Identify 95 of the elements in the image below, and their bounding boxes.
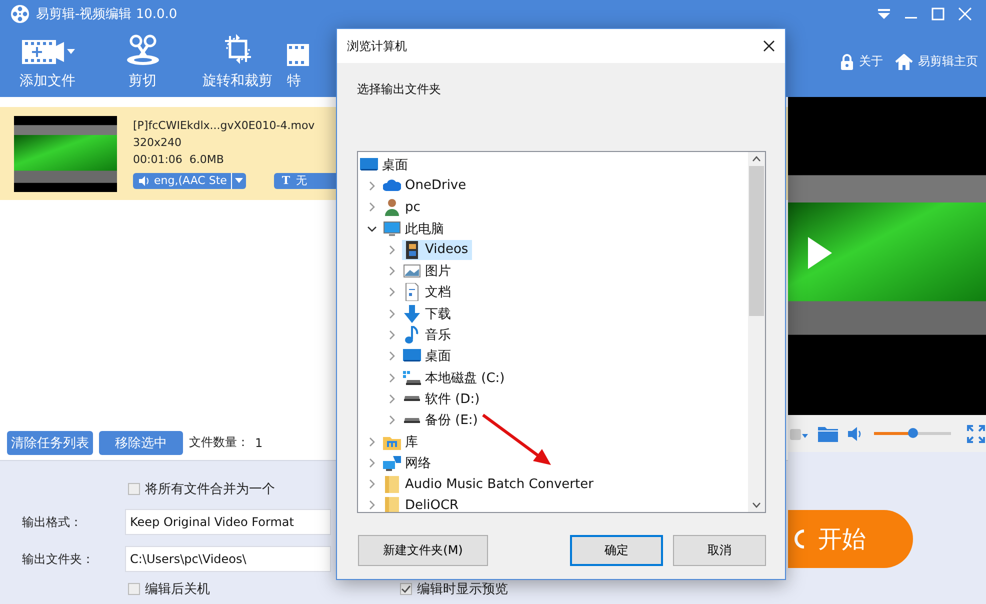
expand-chevron-icon[interactable] bbox=[367, 180, 377, 191]
toolbar-button[interactable]: 剪切 bbox=[95, 28, 190, 97]
expand-chevron-icon[interactable] bbox=[367, 202, 377, 212]
toolbar-button[interactable]: 特 bbox=[287, 28, 309, 97]
network-icon bbox=[383, 454, 401, 472]
folder-tree-item[interactable]: Audio Music Batch Converter bbox=[382, 474, 598, 494]
scroll-up-icon[interactable] bbox=[752, 156, 761, 162]
play-icon[interactable] bbox=[808, 237, 832, 269]
dropdown-menu-icon[interactable] bbox=[877, 7, 891, 21]
toolbar-button[interactable]: 添加文件 bbox=[0, 28, 95, 97]
home-icon bbox=[895, 54, 913, 70]
fullscreen-icon[interactable] bbox=[967, 424, 985, 442]
scroll-down-icon[interactable] bbox=[752, 502, 761, 508]
folder-tree-item[interactable]: 库 bbox=[382, 432, 422, 452]
folder-tree-item[interactable]: 下载 bbox=[402, 304, 455, 324]
checkbox-label: 将所有文件合并为一个 bbox=[145, 481, 275, 498]
file-count: 1 bbox=[255, 436, 263, 450]
picture-icon bbox=[403, 262, 421, 280]
shutdown-checkbox[interactable] bbox=[128, 583, 140, 595]
list-action-button[interactable]: 移除选中 bbox=[99, 430, 183, 454]
checkbox-label: 编辑时显示预览 bbox=[417, 581, 508, 598]
volume-slider-thumb[interactable] bbox=[908, 428, 918, 438]
monitor-icon bbox=[383, 220, 401, 238]
dialog-button[interactable]: 新建文件夹(M) bbox=[358, 535, 488, 566]
expand-chevron-icon[interactable] bbox=[367, 500, 377, 510]
expand-chevron-icon[interactable] bbox=[387, 308, 397, 319]
folder-icon[interactable] bbox=[818, 425, 838, 442]
dialog-title: 浏览计算机 bbox=[347, 38, 407, 54]
lock-icon bbox=[840, 54, 854, 70]
folder-icon bbox=[383, 496, 401, 512]
list-action-button[interactable]: 清除任务列表 bbox=[7, 430, 93, 454]
music-note-icon bbox=[403, 326, 421, 344]
collapse-chevron-icon[interactable] bbox=[367, 224, 377, 234]
folder-tree-item[interactable]: 图片 bbox=[402, 261, 455, 282]
folder-tree-item[interactable]: 桌面 bbox=[359, 154, 412, 175]
film-reel-icon bbox=[10, 4, 30, 24]
output-format-label: 输出格式： bbox=[22, 514, 83, 530]
expand-chevron-icon[interactable] bbox=[367, 436, 377, 446]
folder-tree-item[interactable]: Videos bbox=[402, 240, 472, 260]
camera-icon[interactable] bbox=[790, 426, 808, 440]
download-arrow-icon bbox=[403, 304, 421, 323]
user-icon bbox=[383, 198, 401, 216]
folder-tree-item[interactable]: pc bbox=[382, 197, 424, 218]
drive-icon bbox=[403, 395, 421, 402]
expand-chevron-icon[interactable] bbox=[367, 479, 377, 490]
scrollbar-thumb[interactable] bbox=[749, 166, 764, 316]
expand-chevron-icon[interactable] bbox=[387, 415, 397, 426]
output-format-field[interactable]: Keep Original Video Format bbox=[125, 509, 331, 535]
merge-files-checkbox[interactable] bbox=[128, 483, 140, 495]
folder-tree-item[interactable]: 音乐 bbox=[402, 325, 455, 346]
folder-tree-item[interactable]: 本地磁盘 (C:) bbox=[402, 368, 509, 388]
expand-chevron-icon[interactable] bbox=[387, 244, 397, 255]
output-folder-label: 输出文件夹： bbox=[22, 550, 95, 568]
expand-chevron-icon[interactable] bbox=[387, 394, 397, 404]
header-link[interactable]: 易剪辑主页 bbox=[895, 53, 978, 70]
dialog-button[interactable]: 取消 bbox=[673, 535, 766, 566]
folder-tree-item[interactable]: DeliOCR bbox=[382, 495, 463, 512]
window-title: 易剪辑-视频编辑 10.0.0 bbox=[36, 6, 178, 23]
scissors-icon bbox=[124, 34, 160, 66]
file-name: [P]fcCWIEkdlx...gvX0E010-4.mov bbox=[133, 118, 316, 132]
header-link[interactable]: 关于 bbox=[840, 53, 883, 70]
expand-chevron-icon[interactable] bbox=[387, 287, 397, 298]
expand-chevron-icon[interactable] bbox=[387, 266, 397, 276]
folder-icon bbox=[383, 475, 401, 494]
film-strip-icon bbox=[287, 44, 309, 66]
folder-tree-item[interactable]: 文档 bbox=[402, 282, 455, 302]
folder-tree-item[interactable]: 备份 (E:) bbox=[402, 410, 482, 430]
audio-track-dropdown[interactable]: eng,(AAC Ste bbox=[133, 172, 246, 188]
film-icon bbox=[403, 240, 421, 259]
maximize-icon[interactable] bbox=[931, 7, 945, 21]
expand-chevron-icon[interactable] bbox=[387, 351, 397, 362]
checkmark-icon bbox=[401, 584, 411, 594]
dialog-prompt: 选择输出文件夹 bbox=[357, 81, 442, 98]
preview-checkbox[interactable] bbox=[400, 583, 412, 595]
folder-tree-item[interactable]: 软件 (D:) bbox=[402, 388, 484, 409]
dialog-button[interactable]: 确定 bbox=[570, 535, 663, 566]
folder-tree-item[interactable]: 网络 bbox=[382, 452, 435, 473]
close-icon[interactable] bbox=[763, 40, 775, 52]
checkbox-label: 编辑后关机 bbox=[145, 581, 210, 598]
folder-tree-item[interactable]: 桌面 bbox=[402, 346, 455, 366]
file-count-label: 文件数量： bbox=[189, 434, 249, 451]
toolbar-button[interactable]: 旋转和裁剪 bbox=[190, 28, 285, 97]
expand-chevron-icon[interactable] bbox=[387, 330, 397, 340]
folder-tree-item[interactable]: 此电脑 bbox=[382, 218, 448, 239]
caret-down-icon bbox=[234, 178, 243, 183]
output-folder-field[interactable]: C:\Users\pc\Videos\ bbox=[125, 546, 331, 572]
speaker-icon bbox=[139, 176, 150, 186]
folder-tree-item[interactable]: OneDrive bbox=[382, 176, 470, 196]
drive-icon bbox=[403, 416, 421, 424]
file-resolution: 320x240 bbox=[133, 136, 183, 148]
expand-chevron-icon[interactable] bbox=[387, 372, 397, 383]
file-duration-size: 00:01:06 6.0MB bbox=[133, 152, 225, 166]
drive-icon bbox=[403, 368, 421, 387]
expand-chevron-icon[interactable] bbox=[367, 458, 377, 468]
document-icon bbox=[403, 283, 421, 302]
